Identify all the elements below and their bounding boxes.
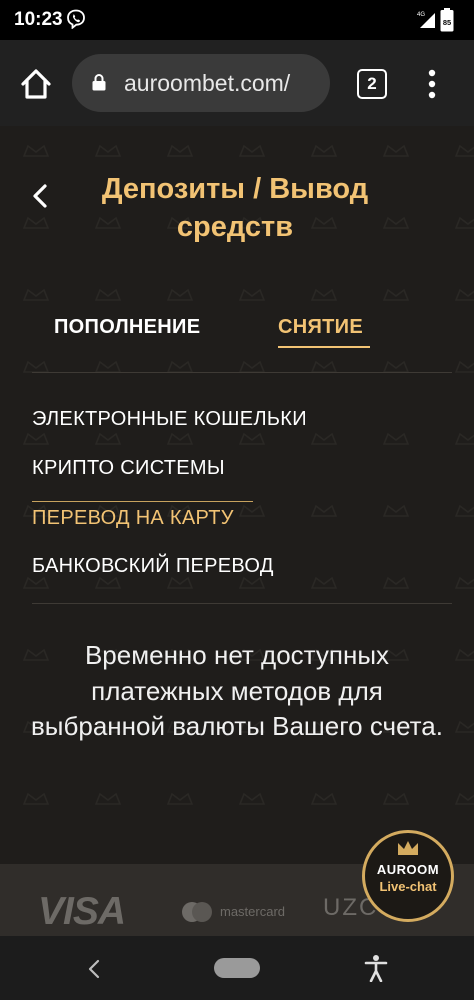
page-title: Депозиты / Вывод средств: [60, 170, 410, 246]
back-chevron-icon[interactable]: [28, 178, 52, 214]
battery-level: 85: [443, 18, 451, 27]
active-tab-indicator: [278, 346, 370, 348]
nav-home-pill[interactable]: [214, 958, 260, 978]
tabs-divider: [32, 372, 452, 373]
home-button[interactable]: [16, 64, 56, 104]
method-ewallets[interactable]: ЭЛЕКТРОННЫЕ КОШЕЛЬКИ: [32, 408, 307, 431]
live-chat-subtitle: Live-chat: [379, 879, 437, 894]
mastercard-icon: [182, 902, 212, 922]
status-bar: 10:23 4G 85: [0, 0, 474, 40]
mastercard-label: mastercard: [220, 904, 286, 919]
live-chat-button[interactable]: AUROOM Live-chat: [362, 830, 454, 922]
page-content: Депозиты / Вывод средств ПОПОЛНЕНИЕ СНЯТ…: [0, 126, 474, 936]
method-crypto[interactable]: КРИПТО СИСТЕМЫ: [32, 457, 225, 480]
method-card-transfer[interactable]: ПЕРЕВОД НА КАРТУ: [32, 507, 234, 530]
network-label: 4G: [417, 12, 425, 18]
system-nav-bar: [0, 936, 474, 1000]
tabs-count-button[interactable]: 2: [357, 69, 387, 99]
lock-icon: [92, 74, 106, 91]
signal-icon: 4G: [417, 12, 435, 28]
browser-toolbar: auroombet.com/ 2: [0, 40, 474, 126]
more-menu-icon[interactable]: [420, 64, 444, 104]
status-time: 10:23: [14, 9, 63, 30]
accessibility-icon[interactable]: [364, 954, 388, 982]
active-method-indicator: [32, 501, 253, 502]
battery-icon: 85: [440, 8, 454, 32]
viber-icon: [67, 9, 85, 29]
nav-back-icon[interactable]: [86, 958, 102, 980]
tab-withdraw[interactable]: СНЯТИЕ: [278, 316, 363, 339]
methods-divider: [32, 603, 452, 604]
crown-pattern-background: [0, 126, 474, 936]
url-bar[interactable]: auroombet.com/: [72, 54, 330, 112]
method-bank-transfer[interactable]: БАНКОВСКИЙ ПЕРЕВОД: [32, 555, 274, 578]
url-text: auroombet.com/: [124, 70, 291, 96]
page-title-line2: средств: [176, 211, 294, 243]
live-chat-title: AUROOM: [376, 862, 440, 877]
page-title-line1: Депозиты / Вывод: [101, 173, 369, 205]
visa-logo: VISA: [38, 890, 126, 933]
crown-icon: [398, 841, 418, 855]
tab-deposit[interactable]: ПОПОЛНЕНИЕ: [54, 316, 200, 339]
no-methods-notice: Временно нет доступных платежных методов…: [30, 640, 443, 741]
